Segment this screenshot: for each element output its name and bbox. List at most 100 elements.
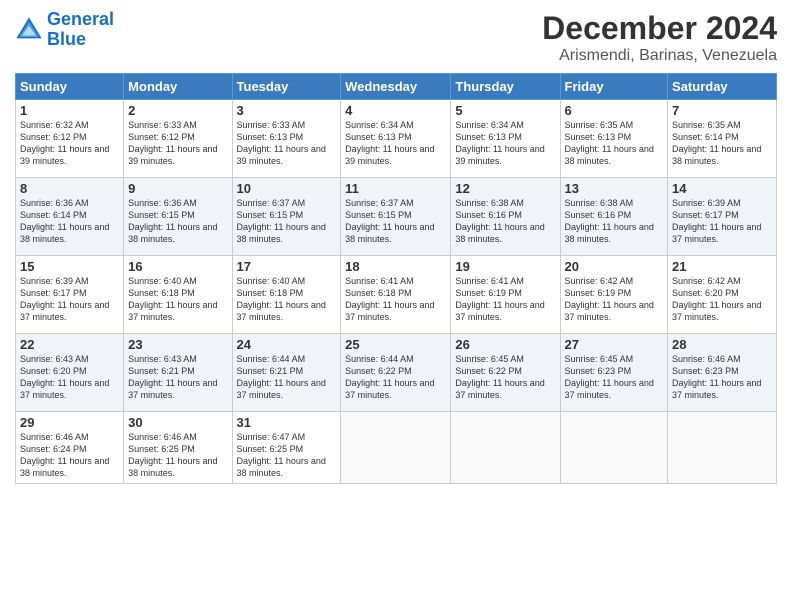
table-row: 18 Sunrise: 6:41 AMSunset: 6:18 PMDayligh… xyxy=(341,256,451,334)
table-row: 6 Sunrise: 6:35 AMSunset: 6:13 PMDaylight… xyxy=(560,100,668,178)
table-row: 29 Sunrise: 6:46 AMSunset: 6:24 PMDayligh… xyxy=(16,412,124,484)
day-info: Sunrise: 6:33 AMSunset: 6:13 PMDaylight:… xyxy=(237,120,326,166)
table-row xyxy=(341,412,451,484)
day-number: 29 xyxy=(20,415,119,430)
day-info: Sunrise: 6:42 AMSunset: 6:19 PMDaylight:… xyxy=(565,276,654,322)
day-number: 24 xyxy=(237,337,337,352)
day-info: Sunrise: 6:43 AMSunset: 6:20 PMDaylight:… xyxy=(20,354,109,400)
title-block: December 2024 Arismendi, Barinas, Venezu… xyxy=(542,10,777,65)
day-number: 10 xyxy=(237,181,337,196)
table-row xyxy=(668,412,777,484)
day-number: 4 xyxy=(345,103,446,118)
day-number: 17 xyxy=(237,259,337,274)
day-info: Sunrise: 6:35 AMSunset: 6:14 PMDaylight:… xyxy=(672,120,761,166)
table-row: 7 Sunrise: 6:35 AMSunset: 6:14 PMDaylight… xyxy=(668,100,777,178)
day-info: Sunrise: 6:33 AMSunset: 6:12 PMDaylight:… xyxy=(128,120,217,166)
table-row: 26Sunrise: 6:45 AMSunset: 6:22 PMDayligh… xyxy=(451,334,560,412)
day-info: Sunrise: 6:38 AMSunset: 6:16 PMDaylight:… xyxy=(565,198,654,244)
day-number: 9 xyxy=(128,181,227,196)
day-info: Sunrise: 6:41 AMSunset: 6:19 PMDaylight:… xyxy=(455,276,544,322)
day-number: 7 xyxy=(672,103,772,118)
table-row: 4 Sunrise: 6:34 AMSunset: 6:13 PMDaylight… xyxy=(341,100,451,178)
table-row: 2 Sunrise: 6:33 AMSunset: 6:12 PMDaylight… xyxy=(124,100,232,178)
day-number: 2 xyxy=(128,103,227,118)
calendar-header-sunday: Sunday xyxy=(16,74,124,100)
day-number: 5 xyxy=(455,103,555,118)
day-number: 20 xyxy=(565,259,664,274)
calendar-header-tuesday: Tuesday xyxy=(232,74,341,100)
day-info: Sunrise: 6:47 AMSunset: 6:25 PMDaylight:… xyxy=(237,432,326,478)
table-row: 23Sunrise: 6:43 AMSunset: 6:21 PMDayligh… xyxy=(124,334,232,412)
day-info: Sunrise: 6:44 AMSunset: 6:21 PMDaylight:… xyxy=(237,354,326,400)
table-row: 25Sunrise: 6:44 AMSunset: 6:22 PMDayligh… xyxy=(341,334,451,412)
day-info: Sunrise: 6:39 AMSunset: 6:17 PMDaylight:… xyxy=(672,198,761,244)
table-row: 12 Sunrise: 6:38 AMSunset: 6:16 PMDayligh… xyxy=(451,178,560,256)
table-row: 5 Sunrise: 6:34 AMSunset: 6:13 PMDaylight… xyxy=(451,100,560,178)
table-row: 16 Sunrise: 6:40 AMSunset: 6:18 PMDayligh… xyxy=(124,256,232,334)
calendar-header-saturday: Saturday xyxy=(668,74,777,100)
table-row: 15 Sunrise: 6:39 AMSunset: 6:17 PMDayligh… xyxy=(16,256,124,334)
day-number: 19 xyxy=(455,259,555,274)
table-row: 8 Sunrise: 6:36 AMSunset: 6:14 PMDaylight… xyxy=(16,178,124,256)
day-number: 6 xyxy=(565,103,664,118)
day-info: Sunrise: 6:46 AMSunset: 6:24 PMDaylight:… xyxy=(20,432,109,478)
table-row: 11 Sunrise: 6:37 AMSunset: 6:15 PMDayligh… xyxy=(341,178,451,256)
day-info: Sunrise: 6:35 AMSunset: 6:13 PMDaylight:… xyxy=(565,120,654,166)
day-info: Sunrise: 6:39 AMSunset: 6:17 PMDaylight:… xyxy=(20,276,109,322)
day-info: Sunrise: 6:37 AMSunset: 6:15 PMDaylight:… xyxy=(237,198,326,244)
day-number: 16 xyxy=(128,259,227,274)
day-info: Sunrise: 6:40 AMSunset: 6:18 PMDaylight:… xyxy=(128,276,217,322)
table-row xyxy=(451,412,560,484)
day-number: 27 xyxy=(565,337,664,352)
logo-text: General Blue xyxy=(47,10,114,50)
day-number: 3 xyxy=(237,103,337,118)
table-row: 30 Sunrise: 6:46 AMSunset: 6:25 PMDayligh… xyxy=(124,412,232,484)
calendar-header-friday: Friday xyxy=(560,74,668,100)
day-info: Sunrise: 6:45 AMSunset: 6:22 PMDaylight:… xyxy=(455,354,544,400)
day-info: Sunrise: 6:38 AMSunset: 6:16 PMDaylight:… xyxy=(455,198,544,244)
table-row: 17 Sunrise: 6:40 AMSunset: 6:18 PMDayligh… xyxy=(232,256,341,334)
table-row: 31 Sunrise: 6:47 AMSunset: 6:25 PMDayligh… xyxy=(232,412,341,484)
table-row: 14 Sunrise: 6:39 AMSunset: 6:17 PMDayligh… xyxy=(668,178,777,256)
day-number: 13 xyxy=(565,181,664,196)
day-info: Sunrise: 6:34 AMSunset: 6:13 PMDaylight:… xyxy=(345,120,434,166)
day-info: Sunrise: 6:45 AMSunset: 6:23 PMDaylight:… xyxy=(565,354,654,400)
day-info: Sunrise: 6:32 AMSunset: 6:12 PMDaylight:… xyxy=(20,120,109,166)
table-row: 10 Sunrise: 6:37 AMSunset: 6:15 PMDayligh… xyxy=(232,178,341,256)
day-info: Sunrise: 6:40 AMSunset: 6:18 PMDaylight:… xyxy=(237,276,326,322)
day-number: 25 xyxy=(345,337,446,352)
day-info: Sunrise: 6:37 AMSunset: 6:15 PMDaylight:… xyxy=(345,198,434,244)
day-info: Sunrise: 6:34 AMSunset: 6:13 PMDaylight:… xyxy=(455,120,544,166)
logo-icon xyxy=(15,16,43,44)
table-row xyxy=(560,412,668,484)
calendar-header-monday: Monday xyxy=(124,74,232,100)
day-info: Sunrise: 6:42 AMSunset: 6:20 PMDaylight:… xyxy=(672,276,761,322)
table-row: 27 Sunrise: 6:45 AMSunset: 6:23 PMDayligh… xyxy=(560,334,668,412)
table-row: 20 Sunrise: 6:42 AMSunset: 6:19 PMDayligh… xyxy=(560,256,668,334)
table-row: 9Sunrise: 6:36 AMSunset: 6:15 PMDaylight… xyxy=(124,178,232,256)
day-info: Sunrise: 6:46 AMSunset: 6:25 PMDaylight:… xyxy=(128,432,217,478)
day-number: 18 xyxy=(345,259,446,274)
day-number: 11 xyxy=(345,181,446,196)
calendar-header-thursday: Thursday xyxy=(451,74,560,100)
day-info: Sunrise: 6:46 AMSunset: 6:23 PMDaylight:… xyxy=(672,354,761,400)
logo: General Blue xyxy=(15,10,114,50)
day-number: 14 xyxy=(672,181,772,196)
table-row: 24 Sunrise: 6:44 AMSunset: 6:21 PMDayligh… xyxy=(232,334,341,412)
day-number: 31 xyxy=(237,415,337,430)
day-number: 15 xyxy=(20,259,119,274)
day-number: 22 xyxy=(20,337,119,352)
day-number: 12 xyxy=(455,181,555,196)
table-row: 28Sunrise: 6:46 AMSunset: 6:23 PMDayligh… xyxy=(668,334,777,412)
table-row: 1Sunrise: 6:32 AMSunset: 6:12 PMDaylight… xyxy=(16,100,124,178)
day-info: Sunrise: 6:36 AMSunset: 6:14 PMDaylight:… xyxy=(20,198,109,244)
table-row: 19 Sunrise: 6:41 AMSunset: 6:19 PMDayligh… xyxy=(451,256,560,334)
day-number: 30 xyxy=(128,415,227,430)
header: General Blue December 2024 Arismendi, Ba… xyxy=(15,10,777,65)
table-row: 21Sunrise: 6:42 AMSunset: 6:20 PMDayligh… xyxy=(668,256,777,334)
calendar: SundayMondayTuesdayWednesdayThursdayFrid… xyxy=(15,73,777,484)
day-info: Sunrise: 6:41 AMSunset: 6:18 PMDaylight:… xyxy=(345,276,434,322)
table-row: 3 Sunrise: 6:33 AMSunset: 6:13 PMDaylight… xyxy=(232,100,341,178)
location-title: Arismendi, Barinas, Venezuela xyxy=(542,47,777,65)
day-number: 8 xyxy=(20,181,119,196)
